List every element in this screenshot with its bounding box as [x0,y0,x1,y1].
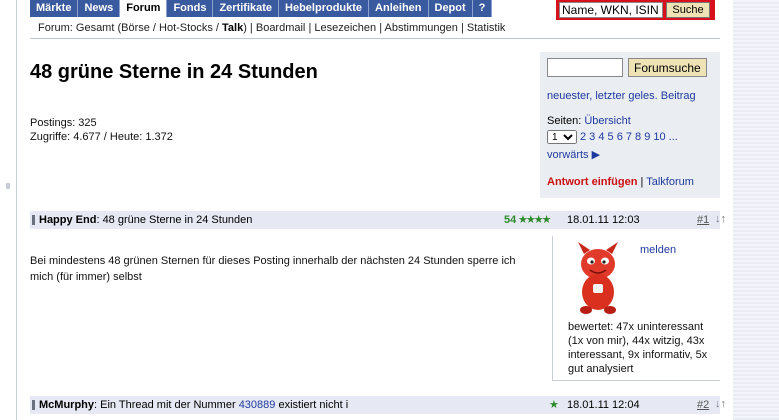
forward-link[interactable]: vorwärts ▶ [547,149,600,161]
post-marker [32,215,35,225]
post-header-2: McMurphy: Ein Thread mit der Nummer 4308… [30,396,726,414]
post-marker [32,400,35,410]
reply-link[interactable]: Antwort einfügen [547,176,637,188]
link-boardmail[interactable]: Boardmail [256,22,306,34]
nav-depot[interactable]: Depot [429,0,473,17]
post-header-1: Happy End: 48 grüne Sterne in 24 Stunden… [30,211,726,229]
report-link[interactable]: melden [640,244,676,256]
newest-post-link[interactable]: neuester, letzter geles. Beitrag [547,90,696,102]
nav-news[interactable]: News [78,0,121,17]
green-star-icon: ★ [549,399,559,411]
global-search-button[interactable]: Suche [666,2,710,18]
page-numbers[interactable]: 2 3 4 5 6 7 8 9 10 ... [580,131,678,143]
forum-search-button[interactable]: Forumsuche [628,58,707,77]
nav-help[interactable]: ? [473,0,493,17]
link-statistik[interactable]: Statistik [467,22,506,34]
forum-page: Märkte News Forum Fonds Zertifikate Hebe… [18,0,733,420]
post-subject-post: existiert nicht i [275,399,349,411]
thread-sidebox: Forumsuche neuester, letzter geles. Beit… [540,52,720,198]
green-stars-icon: ★★★★ [518,214,551,226]
post-date: 18.01.11 12:03 [567,214,640,226]
star-count: 54 [504,214,517,226]
nav-anleihen[interactable]: Anleihen [369,0,429,17]
right-background-pane [733,0,779,420]
left-window-strip [0,0,17,420]
views-count: Zugriffe: 4.677 / Heute: 1.372 [30,131,173,143]
post-subject: : 48 grüne Sterne in 24 Stunden [96,214,253,226]
post-rating-summary: bewertet: 47x uninteressant (1x von mir)… [568,321,708,375]
scroll-marker [6,183,10,189]
separator: | [637,176,647,188]
post-author[interactable]: McMurphy [39,399,94,411]
thread-title: 48 grüne Sterne in 24 Stunden [30,61,318,83]
post-subject-pre: : Ein Thread mit der Nummer [94,399,239,411]
post-body-1: Bei mindestens 48 grünen Sternen für die… [30,255,516,283]
post-date: 18.01.11 12:04 [567,399,640,411]
link-abstimmungen[interactable]: Abstimmungen [385,22,458,34]
page-select[interactable]: 1 [547,130,577,144]
global-search: Suche [556,0,715,20]
divider [30,38,720,39]
thread-number-link[interactable]: 430889 [239,399,276,411]
nav-fonds[interactable]: Fonds [167,0,214,17]
global-search-input[interactable] [559,2,663,18]
forum-search-input[interactable] [547,58,623,77]
post-nav-arrows-icon[interactable]: ↓↑ [715,213,726,225]
pages-label: Seiten: [547,115,585,127]
breadcrumb-close: ) [243,22,247,34]
nav-forum[interactable]: Forum [120,0,168,17]
nav-zertifikate[interactable]: Zertifikate [213,0,280,17]
red-devil-avatar-icon[interactable] [570,240,626,316]
post-number-link[interactable]: #2 [697,399,709,411]
overview-link[interactable]: Übersicht [584,115,630,127]
post-nav-arrows-icon[interactable]: ↓↑ [715,398,726,410]
postings-count: Postings: 325 [30,117,97,129]
link-lesezeichen[interactable]: Lesezeichen [314,22,376,34]
breadcrumb-talk[interactable]: Talk [222,22,243,34]
post-author-line: Happy End: 48 grüne Sterne in 24 Stunden [39,214,252,226]
breadcrumb-path[interactable]: Forum: Gesamt (Börse / Hot-Stocks / [38,22,222,34]
breadcrumb: Forum: Gesamt (Börse / Hot-Stocks / Talk… [38,22,506,34]
top-navigation: Märkte News Forum Fonds Zertifikate Hebe… [30,0,493,17]
post-author-panel: melden bewertet: 47x uninteressant (1x v… [552,236,720,381]
post-number-link[interactable]: #1 [697,214,709,226]
talkforum-link[interactable]: Talkforum [646,176,694,188]
nav-maerkte[interactable]: Märkte [30,0,79,17]
post-author-line: McMurphy: Ein Thread mit der Nummer 4308… [39,399,348,411]
thread-stats: Postings: 325 Zugriffe: 4.677 / Heute: 1… [30,116,173,144]
nav-hebelprodukte[interactable]: Hebelprodukte [279,0,370,17]
post-author[interactable]: Happy End [39,214,96,226]
